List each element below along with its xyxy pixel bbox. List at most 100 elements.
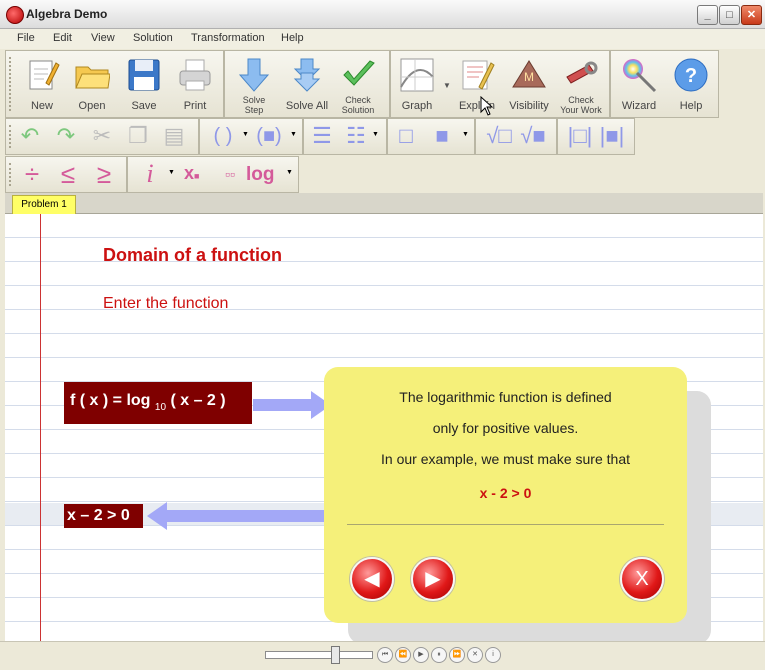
tab-problem-1[interactable]: Problem 1 xyxy=(12,195,76,214)
function-expression-box[interactable]: f ( x ) = log 10 ( x – 2 ) xyxy=(64,382,252,424)
next-button[interactable]: ▶ xyxy=(411,557,455,601)
close-explanation-button[interactable]: X xyxy=(620,557,664,601)
save-button[interactable]: Save xyxy=(118,55,170,115)
relations-toolbar-group: ÷ ≤ ≥ xyxy=(5,156,127,193)
main-toolbar: New Open Save Print Solve Step Solve All … xyxy=(5,50,719,118)
solve-step-button[interactable]: Solve Step xyxy=(228,55,280,115)
undo-icon[interactable]: ↶ xyxy=(18,124,42,148)
mouse-cursor-icon xyxy=(480,96,494,116)
playback-slider-track[interactable] xyxy=(265,651,373,659)
subscript-icon[interactable]: x■ xyxy=(184,163,199,184)
toolbar-grip[interactable] xyxy=(9,163,15,186)
print-button[interactable]: Print xyxy=(169,55,221,115)
menu-file[interactable]: File xyxy=(17,32,35,44)
power-box-icon[interactable]: ■ xyxy=(430,124,454,148)
parentheses-toolbar-group: ( ) ▼ (■) ▼ xyxy=(199,118,303,155)
operators-toolbar: ÷ ≤ ≥ i ▼ x■ ▫▫ log ▼ xyxy=(5,156,299,193)
help-toolbar-group: Wizard ? Help xyxy=(610,50,719,118)
tools-toolbar-group: Graph ▼ Explain M Visibility Check Your W… xyxy=(390,50,610,118)
power-toolbar-group: □ ■ ▼ xyxy=(387,118,475,155)
info-dropdown-icon[interactable]: ▼ xyxy=(168,169,175,176)
help-question-icon: ? xyxy=(674,58,708,92)
menu-bar: File Edit View Solution Transformation H… xyxy=(0,29,765,49)
problem-heading: Domain of a function xyxy=(103,245,282,265)
parentheses-dropdown-icon[interactable]: ▼ xyxy=(242,131,249,138)
menu-transformation[interactable]: Transformation xyxy=(191,32,265,44)
functions-toolbar-group: i ▼ x■ ▫▫ log ▼ xyxy=(127,156,299,193)
maximize-button[interactable]: □ xyxy=(719,5,740,25)
pause-icon[interactable]: ⏸ xyxy=(431,647,447,663)
wizard-button[interactable]: Wizard xyxy=(613,55,665,115)
minimize-button[interactable]: _ xyxy=(697,5,718,25)
explanation-line-2: only for positive values. xyxy=(432,420,579,436)
solve-toolbar-group: Solve Step Solve All Check Solution xyxy=(224,50,390,118)
previous-button[interactable]: ◀ xyxy=(350,557,394,601)
root-icon[interactable]: √□ xyxy=(484,124,514,148)
divide-icon[interactable]: ÷ xyxy=(20,161,44,187)
down-arrow-icon xyxy=(238,58,270,92)
check-solution-button[interactable]: Check Solution xyxy=(332,55,384,115)
power-icon[interactable]: □ xyxy=(394,124,418,148)
greater-equal-icon[interactable]: ≥ xyxy=(92,161,116,187)
paste-icon[interactable]: ▤ xyxy=(162,124,186,148)
log-dropdown-icon[interactable]: ▼ xyxy=(286,169,293,176)
mask-icon: M xyxy=(512,60,546,88)
document-pencil-icon xyxy=(462,60,495,90)
fraction-small-icon[interactable]: ▫▫ xyxy=(218,162,242,186)
help-button[interactable]: ? Help xyxy=(665,55,717,115)
explain-button[interactable]: Explain xyxy=(451,55,503,115)
fraction-dropdown-icon[interactable]: ▼ xyxy=(372,131,379,138)
graph-dropdown-icon[interactable]: ▼ xyxy=(443,81,451,90)
new-button[interactable]: New xyxy=(16,55,68,115)
cut-icon[interactable]: ✂ xyxy=(90,124,114,148)
fast-forward-icon[interactable]: ⏩ xyxy=(449,647,465,663)
checkmark-icon xyxy=(343,60,375,86)
menu-view[interactable]: View xyxy=(91,32,115,44)
absolute-value-icon[interactable]: |□| xyxy=(566,124,594,148)
status-bar: ⏮ ⏪ ▶ ⏸ ⏩ ✕ i xyxy=(0,641,765,670)
fraction-box-icon[interactable]: ☷ xyxy=(344,124,368,148)
playback-slider-thumb[interactable] xyxy=(331,646,340,664)
info-icon[interactable]: i xyxy=(485,647,501,663)
log-icon[interactable]: log xyxy=(246,164,275,186)
explanation-card: The logarithmic function is defined only… xyxy=(324,367,687,623)
printer-icon xyxy=(179,59,211,91)
floppy-disk-icon xyxy=(128,59,160,91)
close-button[interactable]: ✕ xyxy=(741,5,762,25)
svg-text:M: M xyxy=(524,70,534,84)
menu-solution[interactable]: Solution xyxy=(133,32,173,44)
title-bar: Algebra Demo _ □ ✕ xyxy=(0,0,765,29)
rewind-icon[interactable]: ⏪ xyxy=(395,647,411,663)
explanation-line-3: In our example, we must make sure that xyxy=(381,451,630,467)
parentheses-box-dropdown-icon[interactable]: ▼ xyxy=(290,131,297,138)
menu-edit[interactable]: Edit xyxy=(53,32,72,44)
left-arrow-icon xyxy=(147,502,335,530)
graph-button[interactable]: Graph xyxy=(391,55,443,115)
magic-wand-icon xyxy=(623,59,657,93)
absolute-value-box-icon[interactable]: |■| xyxy=(598,124,626,148)
root-toolbar-group: √□ √■ xyxy=(475,118,557,155)
open-button[interactable]: Open xyxy=(66,55,118,115)
toolbar-grip[interactable] xyxy=(9,125,15,148)
stop-icon[interactable]: ✕ xyxy=(467,647,483,663)
notebook-area[interactable]: Domain of a function Enter the function … xyxy=(5,214,763,641)
solve-all-button[interactable]: Solve All xyxy=(281,55,333,115)
copy-icon[interactable]: ❐ xyxy=(126,124,150,148)
first-step-icon[interactable]: ⏮ xyxy=(377,647,393,663)
menu-help[interactable]: Help xyxy=(281,32,304,44)
graph-icon xyxy=(400,58,434,92)
visibility-button[interactable]: M Visibility xyxy=(503,55,555,115)
right-arrow-icon xyxy=(253,391,331,419)
edit-toolbar: ↶ ↷ ✂ ❐ ▤ ( ) ▼ (■) ▼ ☰ ☷ ▼ □ ■ ▼ √□ √■ … xyxy=(5,118,635,155)
check-your-work-button[interactable]: Check Your Work xyxy=(555,55,607,115)
domain-result-box[interactable]: x – 2 > 0 xyxy=(64,504,143,528)
power-dropdown-icon[interactable]: ▼ xyxy=(462,131,469,138)
fraction-icon[interactable]: ☰ xyxy=(310,124,334,148)
info-italic-icon[interactable]: i xyxy=(138,161,162,187)
redo-icon[interactable]: ↷ xyxy=(54,124,78,148)
parentheses-box-icon[interactable]: (■) xyxy=(250,124,288,148)
root-box-icon[interactable]: √■ xyxy=(518,124,548,148)
parentheses-icon[interactable]: ( ) xyxy=(206,124,240,148)
play-icon[interactable]: ▶ xyxy=(413,647,429,663)
less-equal-icon[interactable]: ≤ xyxy=(56,161,80,187)
